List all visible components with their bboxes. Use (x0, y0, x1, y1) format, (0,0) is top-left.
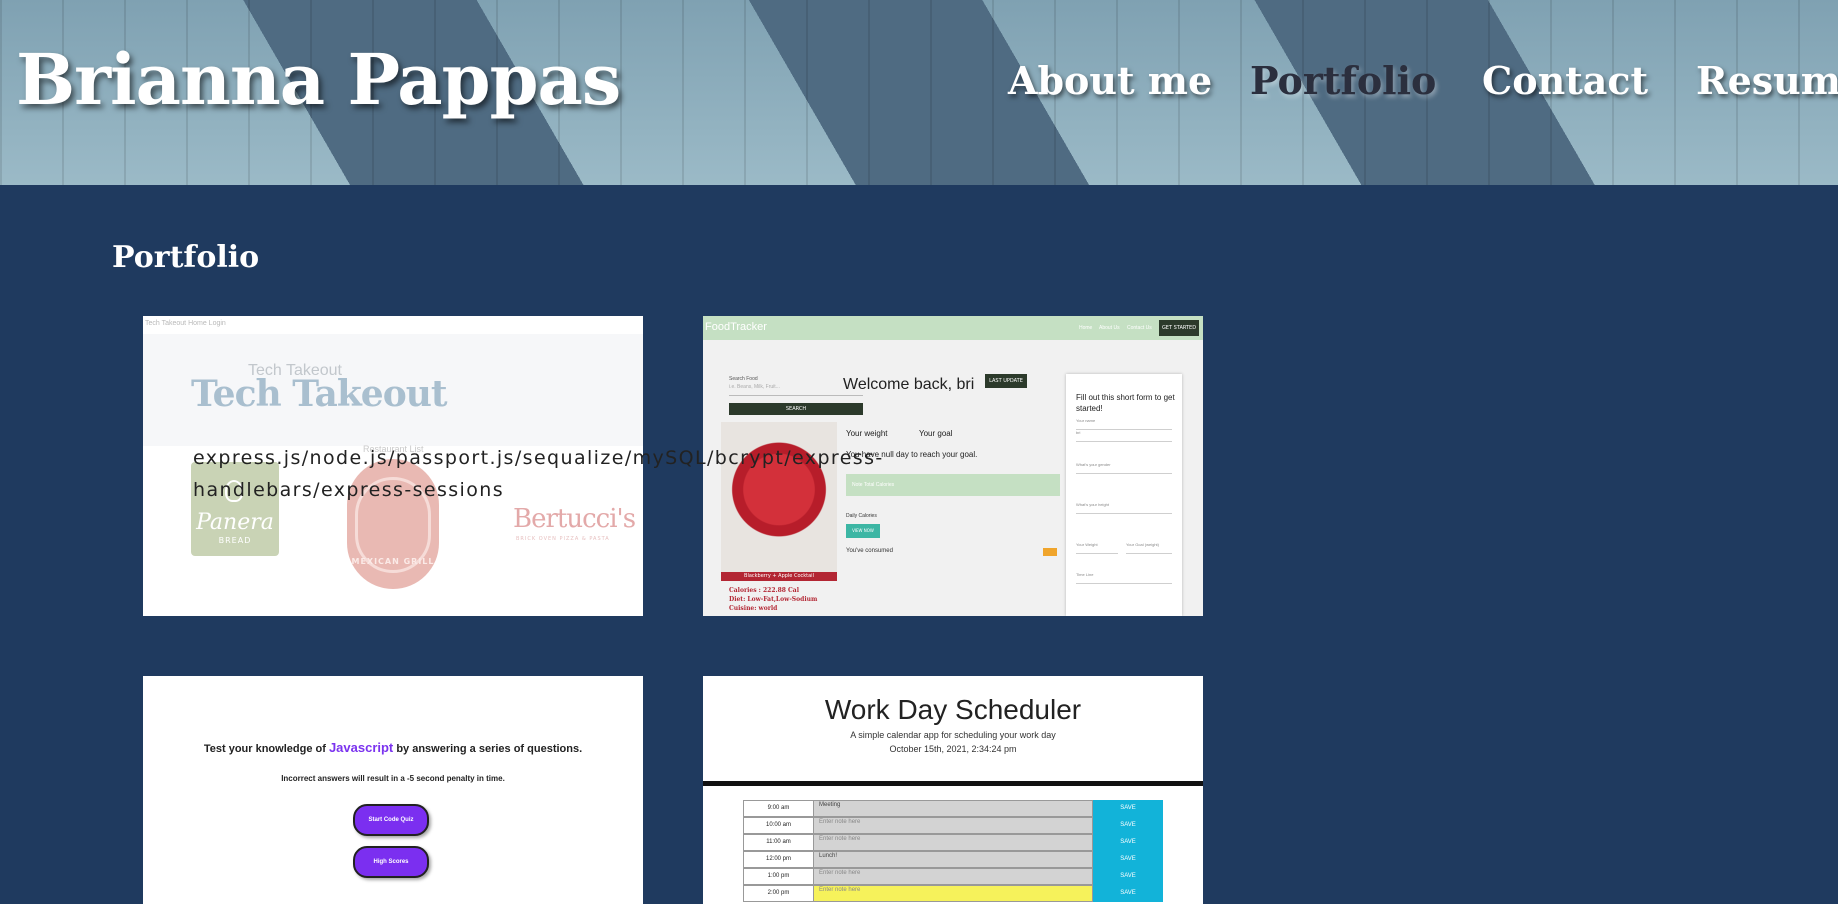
foodtracker-get-started: GET STARTED (1159, 320, 1199, 336)
foodtracker-navbar: FoodTracker Home About Us Contact Us GET… (703, 316, 1203, 340)
quiz-heading: Test your knowledge of Javascript by ans… (143, 740, 643, 755)
scheduler-note: Enter note here (813, 885, 1093, 902)
tech-takeout-caption: express.js/node.js/passport.js/sequalize… (193, 447, 884, 501)
panera-logo-text: Panera (196, 510, 274, 535)
scheduler-time: 10:00 am (743, 817, 813, 834)
scheduler-note: Meeting (813, 800, 1093, 817)
foodtracker-search-button: SEARCH (729, 403, 863, 415)
foodtracker-form-title: Fill out this short form to get started! (1076, 393, 1175, 413)
form-field-name-label: Your name (1076, 418, 1172, 430)
bertucci-logo-subtext: BRICK OVEN PIZZA & PASTA (516, 536, 610, 542)
foodtracker-nav-contact: Contact Us (1127, 325, 1152, 331)
nav-link-about-me[interactable]: About me (1008, 58, 1212, 103)
form-field-goal-weight: Your Goal (weight) (1126, 542, 1172, 554)
form-field-height: What's your height (1076, 502, 1172, 514)
scheduler-time: 2:00 pm (743, 885, 813, 902)
scheduler-save-button: SAVE (1093, 800, 1163, 817)
scheduler-save-button: SAVE (1093, 885, 1163, 902)
foodtracker-orange-badge (1043, 548, 1057, 556)
food-stat-calories: Calories : 222.88 Cal (729, 587, 799, 594)
foodtracker-view-now: VIEW NOW (846, 524, 880, 538)
quiz-heading-before: Test your knowledge of (203, 743, 329, 755)
scheduler-date: October 15th, 2021, 2:34:24 pm (889, 744, 1017, 754)
bertucci-logo: Bertucci's (513, 504, 636, 534)
scheduler-time: 11:00 am (743, 834, 813, 851)
scheduler-save-button: SAVE (1093, 851, 1163, 868)
scheduler-row: 11:00 am Enter note here SAVE (743, 834, 1163, 851)
scheduler-save-button: SAVE (1093, 834, 1163, 851)
foodtracker-brand: FoodTracker (705, 321, 767, 333)
foodtracker-nav-home: Home (1079, 325, 1093, 331)
foodtracker-search-label: Search Food (729, 376, 758, 382)
foodtracker-nav-about: About Us (1099, 325, 1120, 331)
panera-logo-subtext: BREAD (218, 536, 252, 545)
start-code-quiz-button: Start Code Quiz (353, 804, 429, 836)
form-field-weight: Your Weight (1076, 542, 1118, 554)
foodtracker-total-calories: Note Total Calories (846, 474, 1060, 496)
quiz-heading-javascript: Javascript (328, 740, 394, 755)
form-field-name-value: bri (1076, 430, 1172, 442)
tech-takeout-title: Tech Takeout (191, 373, 448, 415)
form-field-gender: What's your gender (1076, 462, 1172, 474)
foodtracker-welcome: Welcome back, bri (843, 376, 975, 393)
scheduler-save-button: SAVE (1093, 868, 1163, 885)
scheduler-row: 2:00 pm Enter note here SAVE (743, 885, 1163, 902)
scheduler-divider (703, 781, 1203, 786)
scheduler-note: Lunch! (813, 851, 1093, 868)
section-title: Portfolio (112, 240, 260, 275)
scheduler-row: 10:00 am Enter note here SAVE (743, 817, 1163, 834)
scheduler-save-button: SAVE (1093, 817, 1163, 834)
high-scores-button: High Scores (353, 846, 429, 878)
food-photo-label: Blackberry + Apple Cocktail (721, 572, 837, 581)
foodtracker-your-goal: Your goal (919, 429, 953, 438)
quiz-heading-after: by answering a series of questions. (393, 743, 583, 755)
scheduler-subtitle: A simple calendar app for scheduling you… (850, 730, 1056, 740)
food-stat-diet: Diet: Low-Fat,Low-Sodium (729, 596, 818, 603)
scheduler-title: Work Day Scheduler (824, 694, 1082, 725)
scheduler-note: Enter note here (813, 868, 1093, 885)
scheduler-time: 9:00 am (743, 800, 813, 817)
chipotle-logo-text: MEXICAN GRILL (351, 557, 435, 566)
foodtracker-consumed: You've consumed (846, 548, 893, 554)
foodtracker-your-weight: Your weight (846, 429, 888, 438)
food-stats: Calories : 222.88 Cal Diet: Low-Fat,Low-… (729, 586, 817, 613)
foodtracker-signup-form: Fill out this short form to get started!… (1066, 374, 1182, 616)
nav-link-portfolio[interactable]: Portfolio (1250, 58, 1436, 103)
scheduler-row: 1:00 pm Enter note here SAVE (743, 868, 1163, 885)
food-stat-cuisine: Cuisine: world (729, 605, 778, 612)
scheduler-row: 9:00 am Meeting SAVE (743, 800, 1163, 817)
main-nav: About me Portfolio Contact Resume (0, 58, 1838, 118)
nav-link-contact[interactable]: Contact (1482, 58, 1648, 103)
project-card-work-day-scheduler[interactable]: Work Day Scheduler A simple calendar app… (703, 676, 1203, 904)
foodtracker-daily-calories: Daily Calories (846, 513, 877, 519)
quiz-penalty-warning: Incorrect answers will result in a -5 se… (281, 774, 505, 783)
tech-takeout-topbar: Tech Takeout Home Login (143, 316, 643, 334)
nav-link-resume[interactable]: Resume (1696, 58, 1838, 103)
scheduler-note: Enter note here (813, 817, 1093, 834)
project-card-code-quiz[interactable]: Test your knowledge of Javascript by ans… (143, 676, 643, 904)
scheduler-note: Enter note here (813, 834, 1093, 851)
site-header: Brianna Pappas About me Portfolio Contac… (0, 0, 1838, 185)
form-field-timeline: Time Line (1076, 572, 1172, 584)
scheduler-row: 12:00 pm Lunch! SAVE (743, 851, 1163, 868)
scheduler-time: 12:00 pm (743, 851, 813, 868)
scheduler-time: 1:00 pm (743, 868, 813, 885)
foodtracker-last-update: LAST UPDATE (985, 374, 1027, 388)
